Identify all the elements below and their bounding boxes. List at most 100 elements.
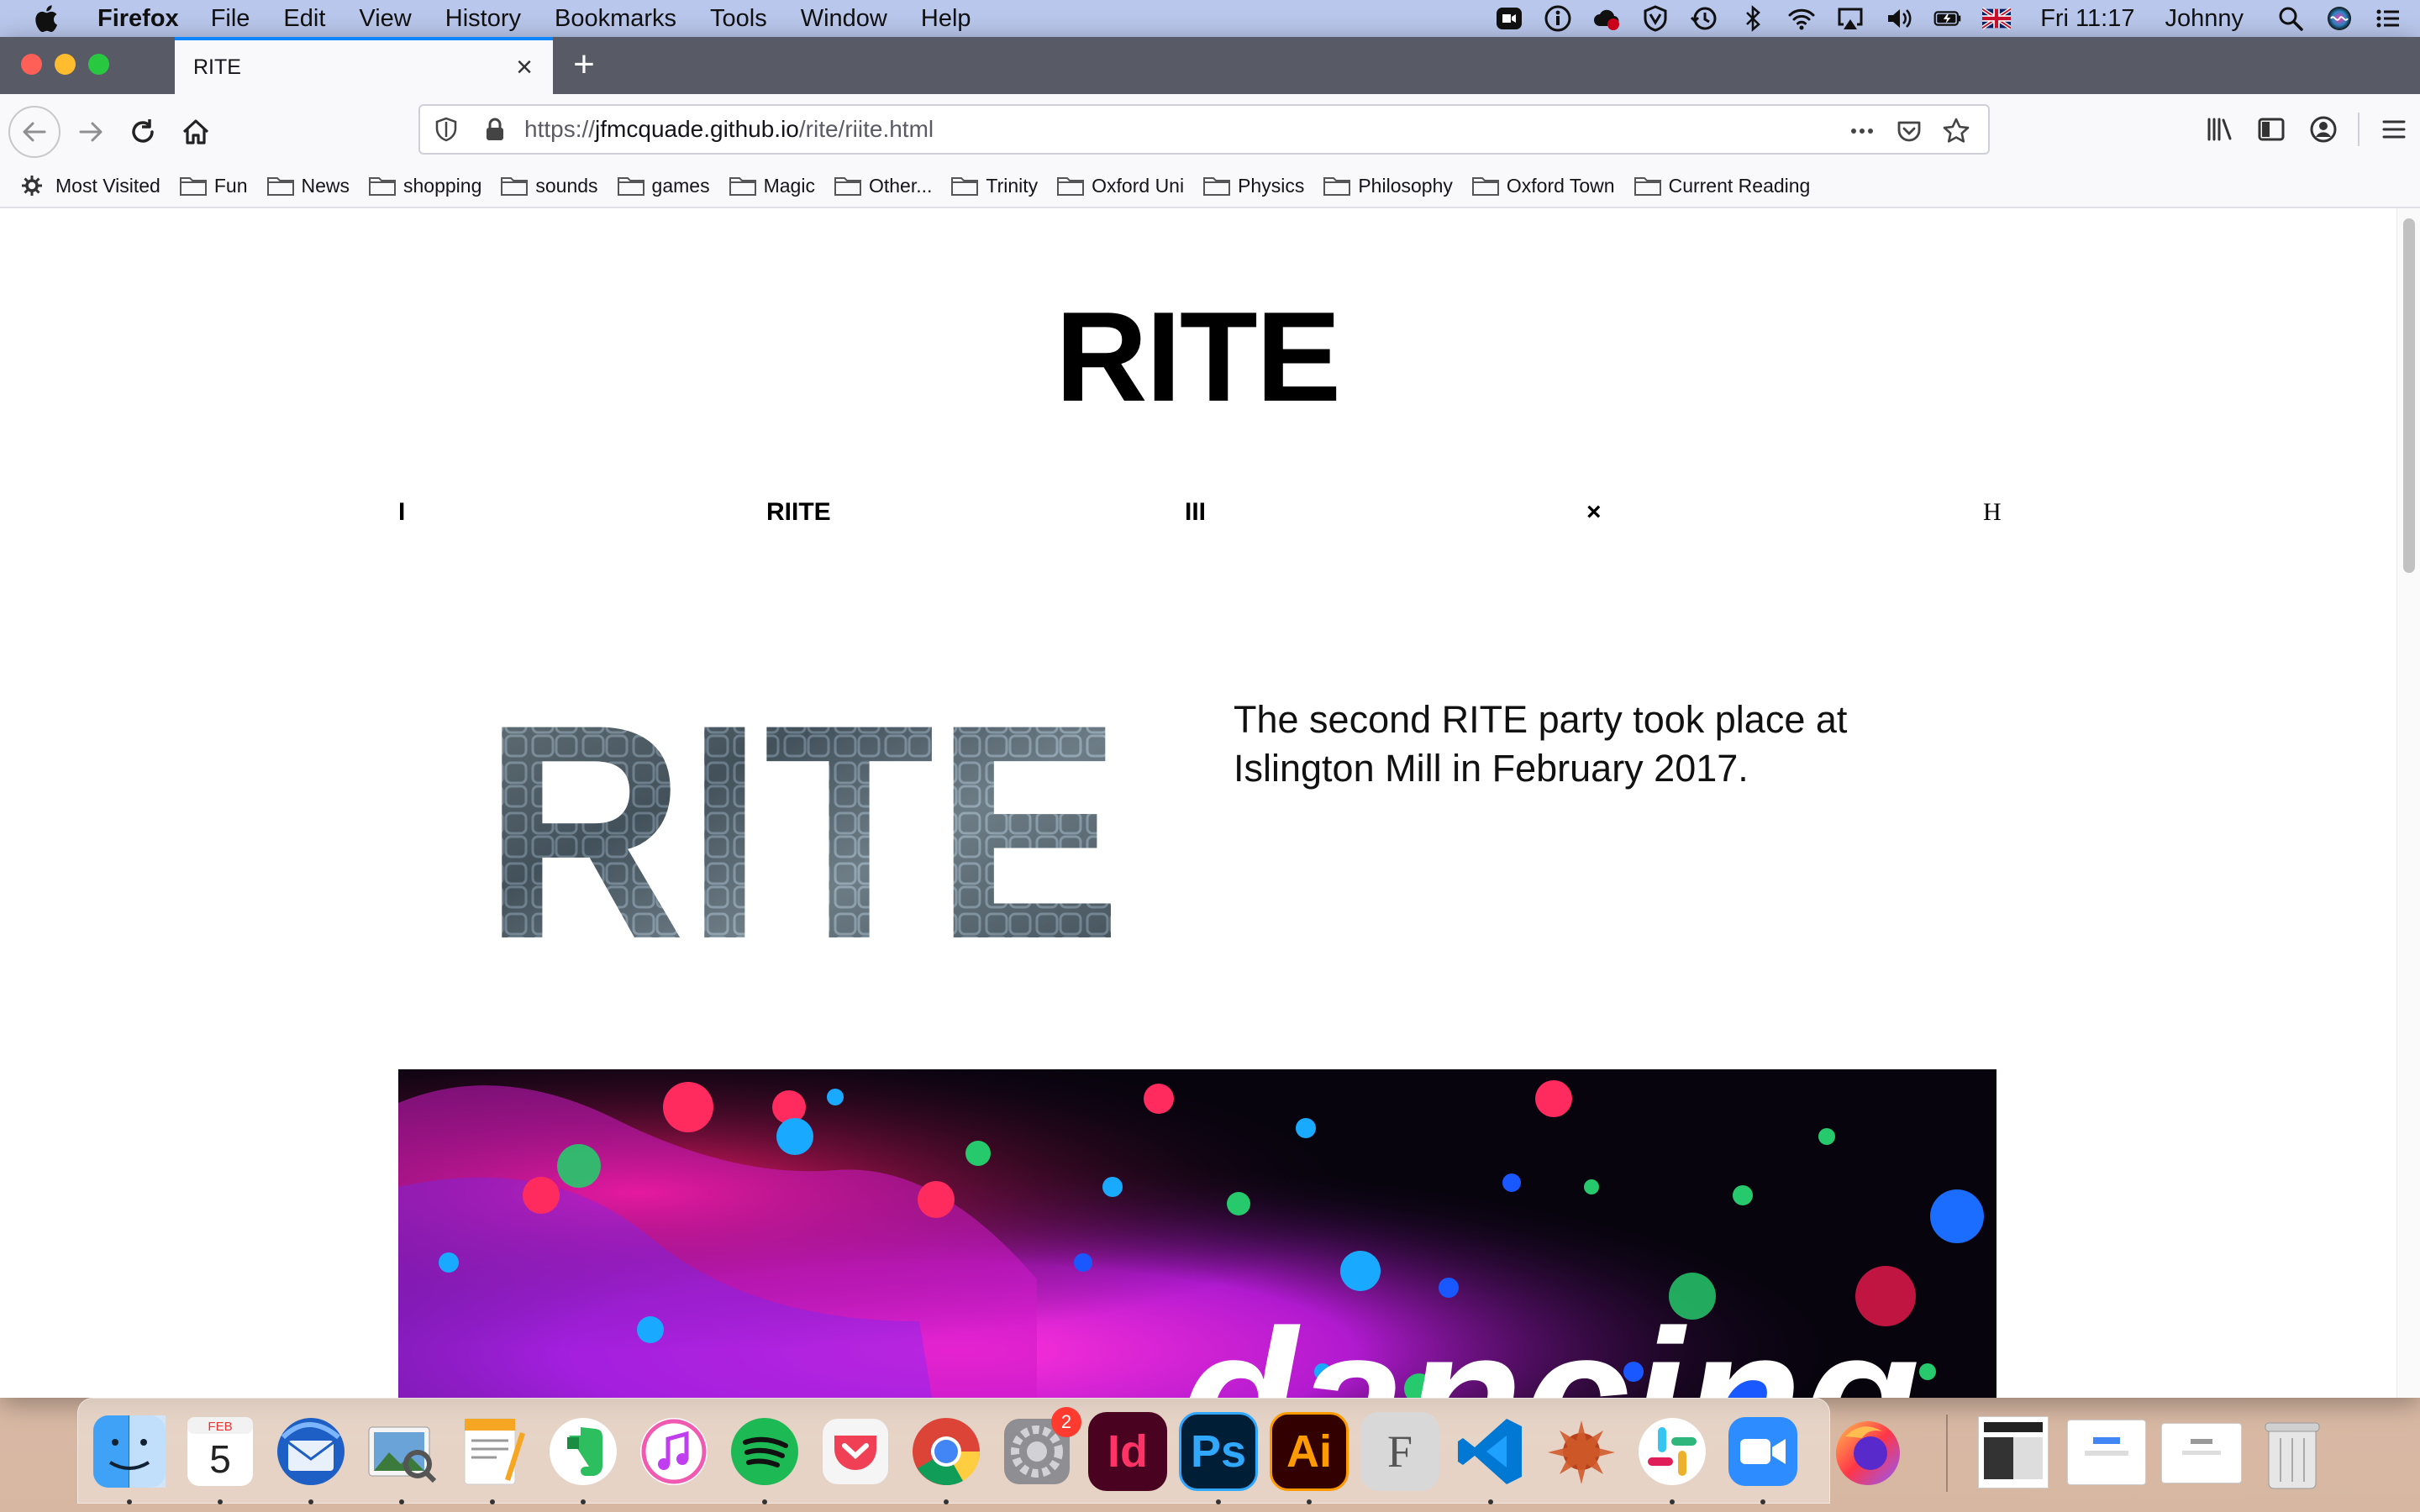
page-scrollbar[interactable] xyxy=(2396,208,2420,1398)
tracking-protection-icon[interactable] xyxy=(434,117,459,142)
account-button[interactable] xyxy=(2297,106,2349,153)
home-button[interactable] xyxy=(172,108,219,155)
dock-illustrator[interactable]: Ai xyxy=(1270,1412,1349,1491)
lock-icon[interactable] xyxy=(484,117,506,142)
help-menu[interactable]: Help xyxy=(921,5,971,33)
dock-zoom[interactable] xyxy=(1723,1412,1802,1491)
dock-font-book[interactable]: F xyxy=(1360,1412,1439,1491)
zoom-window-button[interactable] xyxy=(88,54,109,75)
info-icon[interactable] xyxy=(1541,0,1575,37)
bookmark-folder-current-reading[interactable]: Current Reading xyxy=(1634,174,1811,197)
bookmarks-menu[interactable]: Bookmarks xyxy=(555,5,676,33)
zoom-icon[interactable] xyxy=(1492,0,1526,37)
bookmark-folder-trinity[interactable]: Trinity xyxy=(950,174,1038,197)
bookmark-folder-oxford-town[interactable]: Oxford Town xyxy=(1471,174,1615,197)
url-scheme: https:// xyxy=(524,116,596,142)
url-bar[interactable]: https://jfmcquade.github.io/rite/riite.h… xyxy=(418,104,1990,155)
page-actions-button[interactable] xyxy=(1839,113,1886,150)
reload-button[interactable] xyxy=(119,108,166,155)
airplay-icon[interactable] xyxy=(1833,0,1867,37)
dock-vivaldi[interactable] xyxy=(1542,1412,1621,1491)
folder-icon xyxy=(266,177,294,196)
save-to-pocket-button[interactable] xyxy=(1886,113,1933,150)
dock-evernote[interactable] xyxy=(544,1412,623,1491)
battery-icon[interactable] xyxy=(1931,0,1965,37)
siri-icon[interactable] xyxy=(2323,0,2356,37)
tab-close-icon[interactable]: × xyxy=(508,50,541,84)
dock-finder[interactable] xyxy=(90,1412,169,1491)
dock-pages[interactable] xyxy=(453,1412,532,1491)
edit-menu[interactable]: Edit xyxy=(283,5,325,33)
view-menu[interactable]: View xyxy=(359,5,411,33)
dock-indesign[interactable]: Id xyxy=(1088,1412,1167,1491)
menubar-user[interactable]: Johnny xyxy=(2165,5,2244,33)
dock-trash[interactable] xyxy=(2259,1416,2326,1492)
menubar-clock[interactable]: Fri 11:17 xyxy=(2040,5,2134,33)
folder-icon xyxy=(1634,177,1661,196)
time-machine-icon[interactable] xyxy=(1687,0,1721,37)
site-nav-link-riite[interactable]: RIITE xyxy=(766,498,831,527)
site-nav-link-i[interactable]: I xyxy=(398,498,405,527)
dock-spotify[interactable] xyxy=(725,1412,804,1491)
back-button[interactable] xyxy=(8,106,60,158)
dock-system-preferences[interactable]: 2 xyxy=(997,1407,1081,1491)
bluetooth-icon[interactable] xyxy=(1736,0,1770,37)
toolbar-separator xyxy=(2358,113,2360,146)
bookmark-folder-philosophy[interactable]: Philosophy xyxy=(1323,174,1453,197)
window-menu[interactable]: Window xyxy=(801,5,887,33)
tools-menu[interactable]: Tools xyxy=(710,5,767,33)
close-window-button[interactable] xyxy=(21,54,42,75)
bookmark-folder-oxford-uni[interactable]: Oxford Uni xyxy=(1056,174,1184,197)
dock-slack[interactable] xyxy=(1633,1412,1712,1491)
dock-chrome[interactable] xyxy=(907,1412,986,1491)
dock-pocket[interactable] xyxy=(816,1412,895,1491)
new-tab-button[interactable]: + xyxy=(563,44,605,86)
uk-flag-icon[interactable] xyxy=(1980,0,2013,37)
app-menu-button[interactable] xyxy=(2368,106,2420,153)
scrollbar-thumb[interactable] xyxy=(2403,218,2415,573)
dock-firefox[interactable] xyxy=(1828,1411,1907,1490)
bookmark-folder-other[interactable]: Other... xyxy=(834,174,932,197)
site-nav-link-iii[interactable]: III xyxy=(1185,498,1206,527)
library-button[interactable] xyxy=(2193,106,2245,153)
volume-icon[interactable] xyxy=(1882,0,1916,37)
bookmark-folder-fun[interactable]: Fun xyxy=(179,174,248,197)
dock-minimized-chrome-window-2[interactable] xyxy=(2161,1423,2242,1483)
dock-running-dot xyxy=(1307,1499,1312,1504)
history-menu[interactable]: History xyxy=(445,5,521,33)
folder-icon xyxy=(729,177,756,196)
dock-calendar[interactable]: FEB 5 xyxy=(181,1412,260,1491)
bookmark-star-button[interactable] xyxy=(1933,113,1980,150)
bookmark-folder-games[interactable]: games xyxy=(617,174,710,197)
file-menu[interactable]: File xyxy=(211,5,250,33)
forward-button[interactable] xyxy=(67,108,114,155)
bookmark-label: Current Reading xyxy=(1668,174,1811,197)
dock-thunderbird[interactable] xyxy=(271,1412,350,1491)
site-nav-link-h[interactable]: H xyxy=(1983,498,2002,527)
dock-music[interactable] xyxy=(634,1412,713,1491)
dock-vscode[interactable] xyxy=(1451,1412,1530,1491)
app-menu[interactable]: Firefox xyxy=(97,5,179,33)
malwarebytes-icon[interactable] xyxy=(1639,0,1672,37)
bookmark-folder-magic[interactable]: Magic xyxy=(729,174,815,197)
bookmark-folder-news[interactable]: News xyxy=(266,174,350,197)
wifi-icon[interactable] xyxy=(1785,0,1818,37)
dock-minimized-chrome-window-1[interactable] xyxy=(2067,1420,2146,1485)
url-text[interactable]: https://jfmcquade.github.io/rite/riite.h… xyxy=(524,116,934,143)
sidebar-button[interactable] xyxy=(2245,106,2297,153)
bookmark-label: News xyxy=(301,174,350,197)
bookmark-folder-sounds[interactable]: sounds xyxy=(500,174,598,197)
bookmark-most-visited[interactable]: Most Visited xyxy=(20,174,160,197)
tab-rite[interactable]: RITE × xyxy=(175,37,553,94)
minimize-window-button[interactable] xyxy=(55,54,76,75)
creative-cloud-icon[interactable] xyxy=(1590,0,1623,37)
dock-recent-document-1[interactable] xyxy=(1978,1416,2049,1488)
site-nav-link-x[interactable]: × xyxy=(1586,498,1602,527)
dock-photoshop[interactable]: Ps xyxy=(1179,1412,1258,1491)
apple-menu-icon[interactable] xyxy=(34,4,59,33)
bookmark-folder-shopping[interactable]: shopping xyxy=(368,174,481,197)
spotlight-icon[interactable] xyxy=(2274,0,2307,37)
bookmark-folder-physics[interactable]: Physics xyxy=(1202,174,1304,197)
control-center-icon[interactable] xyxy=(2371,0,2405,37)
dock-preview[interactable] xyxy=(362,1412,441,1491)
